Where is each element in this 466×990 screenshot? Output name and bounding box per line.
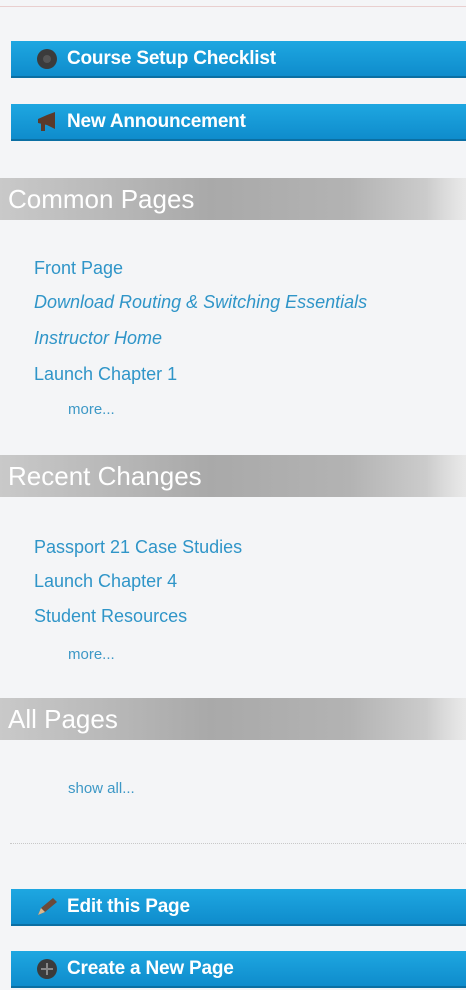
plus-circle-icon [35, 957, 59, 981]
link-download-routing-switching[interactable]: Download Routing & Switching Essentials [34, 292, 367, 313]
megaphone-icon [35, 110, 59, 134]
link-launch-chapter-4[interactable]: Launch Chapter 4 [34, 571, 177, 592]
edit-this-page-label: Edit this Page [67, 895, 190, 917]
course-setup-checklist-button[interactable]: Course Setup Checklist [11, 41, 466, 78]
dotted-divider [10, 843, 466, 844]
all-pages-header: All Pages [0, 698, 466, 740]
link-passport-21-case-studies[interactable]: Passport 21 Case Studies [34, 537, 242, 558]
link-student-resources[interactable]: Student Resources [34, 606, 187, 627]
new-announcement-button[interactable]: New Announcement [11, 104, 466, 141]
link-front-page[interactable]: Front Page [34, 258, 123, 279]
circle-icon [35, 47, 59, 71]
create-new-page-button[interactable]: Create a New Page [11, 951, 466, 988]
show-all-link[interactable]: show all... [68, 780, 135, 797]
pencil-icon [35, 895, 59, 919]
link-instructor-home[interactable]: Instructor Home [34, 328, 162, 349]
common-pages-title: Common Pages [8, 183, 195, 214]
new-announcement-label: New Announcement [67, 110, 246, 132]
recent-changes-more-link[interactable]: more... [68, 646, 115, 663]
edit-this-page-button[interactable]: Edit this Page [11, 889, 466, 926]
all-pages-title: All Pages [8, 703, 118, 734]
top-divider [0, 6, 466, 7]
common-pages-header: Common Pages [0, 178, 466, 220]
recent-changes-header: Recent Changes [0, 455, 466, 497]
common-pages-more-link[interactable]: more... [68, 401, 115, 418]
link-launch-chapter-1[interactable]: Launch Chapter 1 [34, 364, 177, 385]
create-new-page-label: Create a New Page [67, 957, 234, 979]
course-setup-checklist-label: Course Setup Checklist [67, 47, 276, 69]
recent-changes-title: Recent Changes [8, 460, 202, 491]
